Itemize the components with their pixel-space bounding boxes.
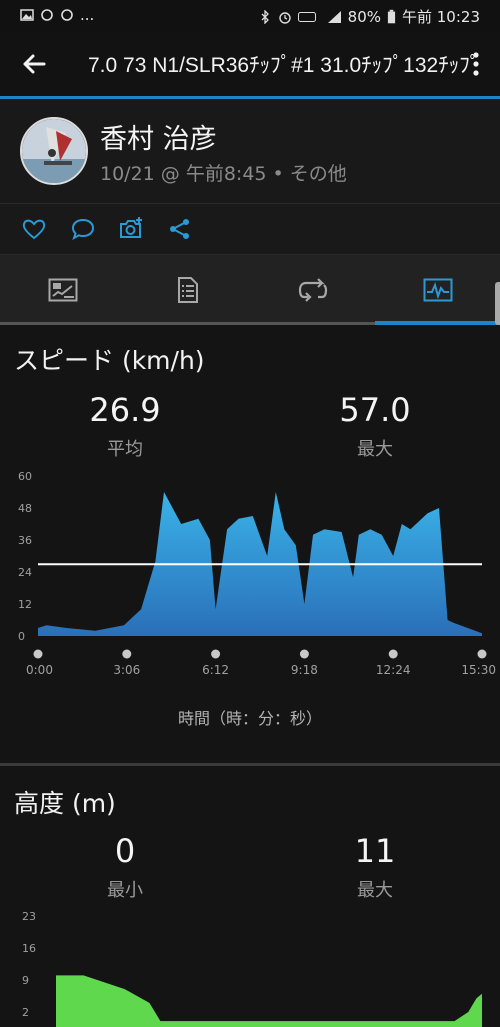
speed-avg-value: 26.9 — [89, 391, 161, 429]
altitude-chart[interactable]: 2 9 16 23 — [0, 906, 500, 1027]
social-actions — [0, 204, 500, 255]
speed-y-tick: 0 — [18, 630, 25, 643]
status-right: 80% 午前 10:23 — [258, 6, 480, 27]
tab-summary[interactable] — [0, 255, 125, 325]
speed-x-tick-dot — [33, 649, 43, 659]
comment-icon[interactable] — [70, 216, 96, 242]
speed-title: スピード (km/h) — [14, 346, 205, 375]
activity-meta: 10/21 @ 午前8:45 • その他 — [100, 163, 347, 185]
battery-percent: 80% — [347, 7, 381, 26]
add-photo-icon[interactable] — [118, 216, 144, 242]
speed-x-tick: 0:00 — [26, 663, 53, 677]
altitude-y-tick: 9 — [22, 974, 29, 987]
speed-card: スピード (km/h) 26.9 平均 57.0 最大 0 12 24 36 48 60 0… — [0, 325, 500, 763]
sync-icon — [41, 9, 53, 21]
speed-y-tick: 48 — [18, 502, 32, 515]
more-vert-icon[interactable] — [468, 50, 484, 78]
signal-icon — [327, 10, 341, 23]
user-name[interactable]: 香村 治彦 — [100, 117, 217, 156]
altitude-card: 高度 (m) 0 最小 11 最大 2 9 16 23 — [0, 766, 500, 1027]
speed-x-tick-dot — [299, 649, 309, 659]
speed-y-tick: 60 — [18, 470, 32, 483]
back-arrow-icon[interactable] — [18, 48, 50, 80]
activity-title: 7.0 73 N1/SLR36ﾁｯﾌﾟ#1 31.0ﾁｯﾌﾟ132ﾁｯﾌﾟ — [88, 54, 481, 77]
speed-y-tick: 24 — [18, 566, 32, 579]
speed-x-tick: 15:30 — [461, 663, 496, 677]
speed-x-tick: 12:24 — [376, 663, 411, 677]
share-icon[interactable] — [167, 216, 193, 242]
heart-icon[interactable] — [21, 216, 47, 242]
speed-max-label: 最大 — [357, 439, 393, 460]
altitude-max-label: 最大 — [357, 880, 393, 901]
altitude-y-tick: 16 — [22, 942, 36, 955]
altitude-min-value: 0 — [114, 832, 136, 870]
status-left-text: ... — [80, 6, 95, 24]
altitude-max-value: 11 — [354, 832, 396, 870]
speed-y-tick: 12 — [18, 598, 32, 611]
speed-x-tick-dot — [388, 649, 398, 659]
speed-x-tick: 6:12 — [202, 663, 229, 677]
sync-icon — [61, 9, 73, 21]
status-bar: ... 80% 午前 10:23 — [0, 0, 500, 32]
speed-x-axis-label: 時間（時：分：秒） — [177, 709, 322, 728]
status-left: ... — [20, 6, 94, 24]
altitude-min-label: 最小 — [107, 880, 143, 901]
speed-x-tick-dot — [477, 649, 487, 659]
speed-x-tick-dot — [211, 649, 221, 659]
charts-icon — [423, 278, 452, 302]
tab-laps[interactable] — [250, 255, 375, 325]
speed-x-tick: 3:06 — [113, 663, 140, 677]
laps-icon — [298, 278, 327, 302]
scroll-edge — [495, 282, 500, 325]
avatar-image — [22, 119, 86, 183]
avatar[interactable] — [20, 117, 88, 185]
altitude-area-series — [56, 975, 482, 1027]
profile-header: 香村 治彦 10/21 @ 午前8:45 • その他 — [0, 99, 500, 204]
details-icon — [177, 277, 198, 303]
tab-details[interactable] — [125, 255, 250, 325]
altitude-y-tick: 2 — [22, 1006, 29, 1019]
summary-icon — [48, 278, 77, 302]
speed-x-tick-dot — [122, 649, 132, 659]
volte-icon — [297, 11, 316, 22]
activity-tabs — [0, 255, 500, 325]
image-icon — [20, 9, 34, 21]
speed-x-tick: 9:18 — [291, 663, 318, 677]
status-time: 午前 10:23 — [402, 8, 480, 26]
speed-chart[interactable]: 0 12 24 36 48 60 0:00 3:06 6:12 9:18 12:24 15:30 — [0, 465, 500, 705]
speed-max-value: 57.0 — [339, 391, 411, 429]
alarm-icon — [278, 11, 291, 24]
speed-y-tick: 36 — [18, 534, 32, 547]
tab-charts[interactable] — [375, 255, 500, 325]
altitude-title: 高度 (m) — [14, 789, 116, 818]
bluetooth-icon — [261, 9, 269, 24]
battery-icon — [387, 9, 396, 23]
app-bar: 7.0 73 N1/SLR36ﾁｯﾌﾟ#1 31.0ﾁｯﾌﾟ132ﾁｯﾌﾟ — [0, 32, 500, 99]
speed-avg-label: 平均 — [107, 439, 143, 460]
altitude-y-tick: 23 — [22, 910, 36, 923]
